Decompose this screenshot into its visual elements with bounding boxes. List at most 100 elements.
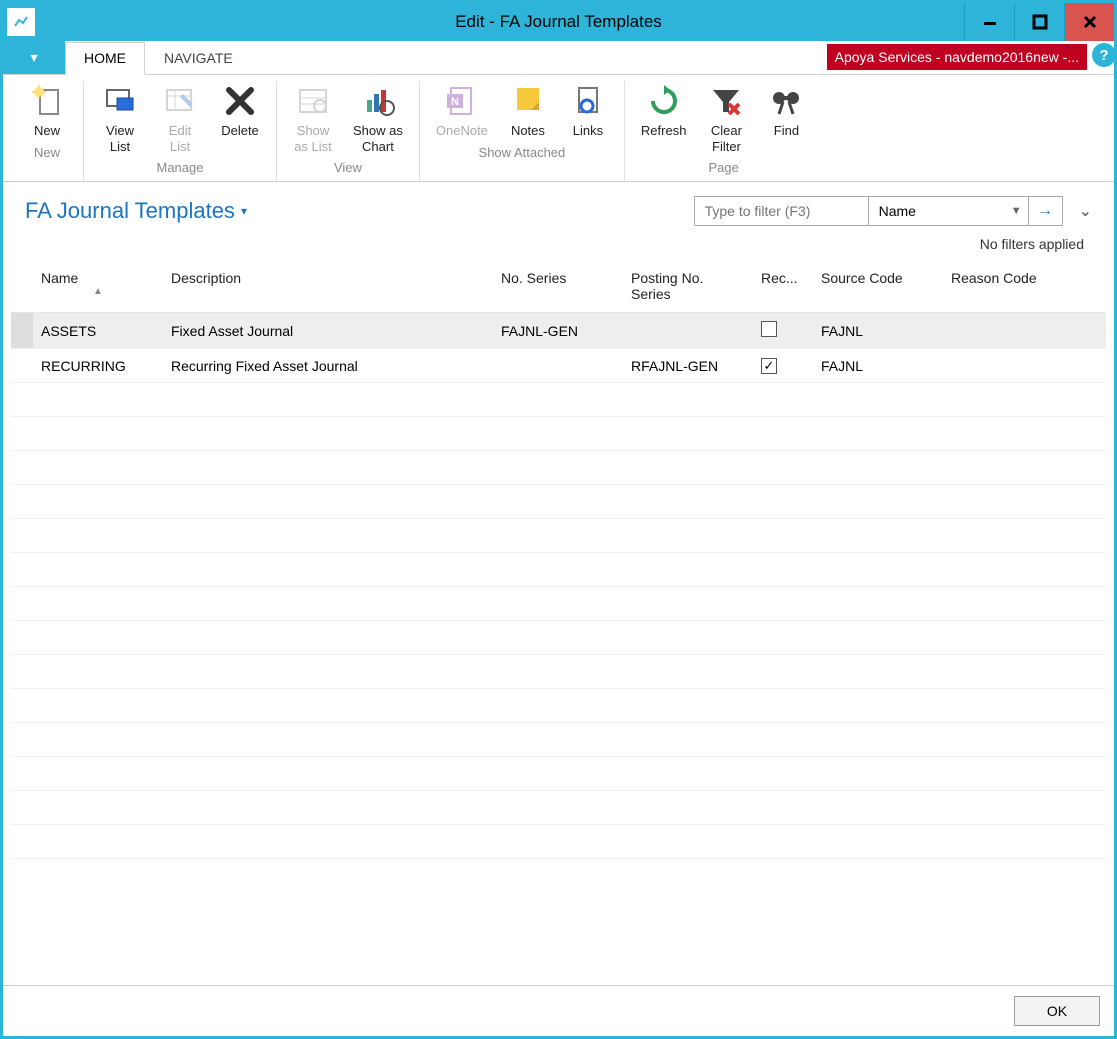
cell-name[interactable]: RECURRING [33,349,163,383]
refresh-label: Refresh [641,123,687,139]
chart-icon [360,83,396,119]
table-row-empty [11,485,1106,519]
edit-list-icon [162,83,198,119]
help-icon[interactable]: ? [1092,43,1116,67]
links-label: Links [573,123,603,139]
row-selector[interactable] [11,313,33,349]
checkbox-icon[interactable]: ✓ [761,358,777,374]
notes-button[interactable]: Notes [502,81,554,141]
view-list-button[interactable]: ViewList [94,81,146,156]
group-manage-label: Manage [157,156,204,181]
table-row-empty [11,417,1106,451]
group-view-label: View [334,156,362,181]
app-icon [7,8,35,36]
table-row[interactable]: ASSETSFixed Asset JournalFAJNL-GEN FAJNL [11,313,1106,349]
show-as-chart-button[interactable]: Show asChart [347,81,409,156]
onenote-icon: N [444,83,480,119]
row-selector[interactable] [11,349,33,383]
show-as-chart-label: Show asChart [353,123,403,154]
close-button[interactable] [1064,3,1114,41]
edit-list-label: EditList [169,123,191,154]
delete-label: Delete [221,123,259,139]
cell-no-series[interactable] [493,349,623,383]
group-show-attached-label: Show Attached [479,141,566,166]
find-label: Find [774,123,799,139]
tab-home[interactable]: HOME [65,42,145,75]
table-row-empty [11,757,1106,791]
onenote-button[interactable]: N OneNote [430,81,494,141]
table-row-empty [11,587,1106,621]
cell-name[interactable]: ASSETS [33,313,163,349]
group-page-label: Page [709,156,739,181]
cell-no-series[interactable]: FAJNL-GEN [493,313,623,349]
table-row-empty [11,825,1106,859]
filter-field-value: Name [879,203,916,219]
clear-filter-label: ClearFilter [711,123,742,154]
company-banner: Apoya Services - navdemo2016new -... [827,44,1087,70]
titlebar: Edit - FA Journal Templates [3,3,1114,41]
edit-list-button[interactable]: EditList [154,81,206,156]
col-source-code[interactable]: Source Code [813,260,943,313]
delete-button[interactable]: Delete [214,81,266,156]
filter-field-select[interactable]: Name ▼ [869,196,1029,226]
footer: OK [3,985,1114,1036]
page-title[interactable]: FA Journal Templates ▾ [25,198,247,224]
table-row-empty [11,723,1106,757]
ok-button[interactable]: OK [1014,996,1100,1026]
table-row-empty [11,519,1106,553]
clear-filter-button[interactable]: ClearFilter [700,81,752,156]
table-row[interactable]: RECURRINGRecurring Fixed Asset Journal RF… [11,349,1106,383]
expand-filter-button[interactable]: ⌄ [1079,201,1092,221]
view-list-label: ViewList [106,123,134,154]
show-as-list-button[interactable]: Showas List [287,81,339,156]
table-row-empty [11,621,1106,655]
table-row-empty [11,655,1106,689]
cell-description[interactable]: Recurring Fixed Asset Journal [163,349,493,383]
notes-label: Notes [511,123,545,139]
file-menu[interactable]: ▾ [3,41,65,74]
filter-input[interactable] [694,196,869,226]
filter-apply-button[interactable]: → [1029,196,1063,226]
col-posting-no-series[interactable]: Posting No. Series [623,260,753,313]
find-button[interactable]: Find [760,81,812,156]
cell-recurring[interactable]: ✓ [753,349,813,383]
cell-description[interactable]: Fixed Asset Journal [163,313,493,349]
minimize-button[interactable] [964,3,1014,41]
checkbox-icon[interactable] [761,321,777,337]
cell-posting-no-series[interactable] [623,313,753,349]
links-button[interactable]: Links [562,81,614,141]
cell-reason-code[interactable] [943,313,1106,349]
table-row-empty [11,689,1106,723]
col-reason-code[interactable]: Reason Code [943,260,1106,313]
view-list-icon [102,83,138,119]
content-header: FA Journal Templates ▾ Name ▼ → ⌄ [3,182,1114,232]
links-icon [570,83,606,119]
clear-filter-icon [708,83,744,119]
sort-asc-icon: ▲ [41,286,155,297]
new-icon [29,83,65,119]
refresh-button[interactable]: Refresh [635,81,693,156]
cell-source-code[interactable]: FAJNL [813,349,943,383]
col-recurring[interactable]: Rec... [753,260,813,313]
window-title: Edit - FA Journal Templates [3,12,1114,32]
table-row-empty [11,383,1106,417]
cell-reason-code[interactable] [943,349,1106,383]
col-name[interactable]: Name▲ [33,260,163,313]
cell-posting-no-series[interactable]: RFAJNL-GEN [623,349,753,383]
page-title-text: FA Journal Templates [25,198,235,224]
col-selector[interactable] [11,260,33,313]
find-icon [768,83,804,119]
col-description[interactable]: Description [163,260,493,313]
chevron-down-icon: ▼ [1011,205,1022,217]
maximize-button[interactable] [1014,3,1064,41]
cell-source-code[interactable]: FAJNL [813,313,943,349]
tab-navigate[interactable]: NAVIGATE [145,41,252,74]
grid: Name▲ Description No. Series Posting No.… [3,260,1114,985]
col-no-series[interactable]: No. Series [493,260,623,313]
list-icon [295,83,331,119]
new-button[interactable]: New [21,81,73,141]
refresh-icon [646,83,682,119]
cell-recurring[interactable] [753,313,813,349]
table-row-empty [11,791,1106,825]
page-title-caret-icon: ▾ [241,204,247,218]
